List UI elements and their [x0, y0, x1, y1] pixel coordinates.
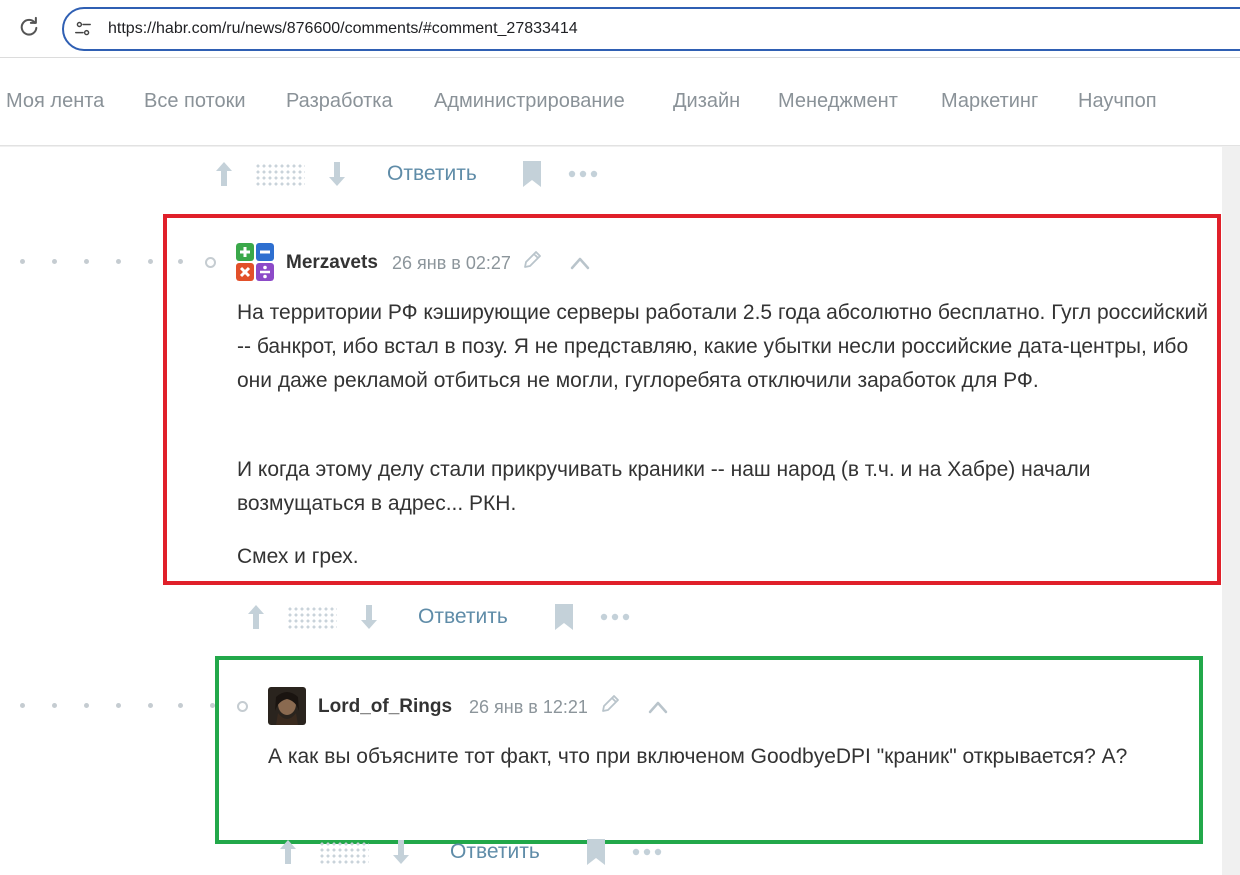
nav-item-administration[interactable]: Администрирование [434, 90, 625, 113]
edit-icon [524, 251, 541, 268]
nav-item-management[interactable]: Менеджмент [778, 90, 898, 113]
comment-paragraph: А как вы объясните тот факт, что при вкл… [268, 745, 1128, 768]
bookmark-icon[interactable] [586, 839, 606, 865]
vote-up-icon[interactable] [214, 160, 234, 188]
comment-date[interactable]: 26 янв в 02:27 [392, 253, 511, 274]
nav-item-marketing[interactable]: Маркетинг [941, 90, 1038, 113]
reply-button[interactable]: Ответить [418, 605, 508, 629]
user-photo-avatar-icon [268, 687, 306, 725]
nav-item-popsci[interactable]: Научпоп [1078, 90, 1157, 113]
comment-date[interactable]: 26 янв в 12:21 [469, 697, 588, 718]
avatar[interactable] [268, 687, 306, 725]
more-icon[interactable] [600, 612, 630, 622]
comment-paragraph: Смех и грех. [237, 545, 359, 568]
comment-actions: Ответить [278, 838, 678, 868]
vote-up-icon[interactable] [246, 603, 266, 631]
vote-down-icon[interactable] [359, 603, 379, 631]
vote-score [255, 163, 305, 187]
vote-score [287, 606, 337, 630]
comment-paragraph: На территории РФ кэширующие серверы рабо… [237, 301, 1208, 392]
vote-down-icon[interactable] [327, 160, 347, 188]
site-info-icon[interactable] [74, 20, 92, 38]
bookmark-icon[interactable] [554, 604, 574, 630]
nav-item-all-flows[interactable]: Все потоки [144, 90, 246, 113]
nav-item-design[interactable]: Дизайн [673, 90, 740, 113]
avatar[interactable] [236, 243, 274, 281]
browser-toolbar: https://habr.com/ru/news/876600/comments… [0, 0, 1240, 58]
nav-item-development[interactable]: Разработка [286, 90, 393, 113]
comment-author[interactable]: Lord_of_Rings [318, 696, 452, 718]
url-text[interactable]: https://habr.com/ru/news/876600/comments… [108, 20, 578, 38]
more-icon[interactable] [568, 169, 598, 179]
comment-actions: Ответить [214, 160, 614, 190]
address-bar[interactable]: https://habr.com/ru/news/876600/comments… [62, 7, 1240, 51]
chevron-up-icon[interactable] [648, 700, 668, 714]
comment-paragraph: И когда этому делу стали прикручивать кр… [237, 458, 1091, 515]
bookmark-icon[interactable] [522, 161, 542, 187]
comment-author[interactable]: Merzavets [286, 252, 378, 274]
chevron-up-icon[interactable] [570, 256, 590, 270]
scrollbar-track[interactable] [1222, 147, 1240, 875]
edit-icon [602, 695, 619, 712]
vote-score [319, 841, 369, 865]
vote-up-icon[interactable] [278, 838, 298, 866]
calculator-avatar-icon [236, 243, 274, 281]
reply-button[interactable]: Ответить [387, 162, 477, 186]
reply-button[interactable]: Ответить [450, 840, 540, 864]
reload-icon[interactable] [18, 16, 40, 38]
main-nav: Моя лента Все потоки Разработка Админист… [0, 58, 1240, 146]
comment-actions: Ответить [246, 603, 646, 633]
nav-item-feed[interactable]: Моя лента [6, 90, 104, 113]
vote-down-icon[interactable] [391, 838, 411, 866]
more-icon[interactable] [632, 847, 662, 857]
